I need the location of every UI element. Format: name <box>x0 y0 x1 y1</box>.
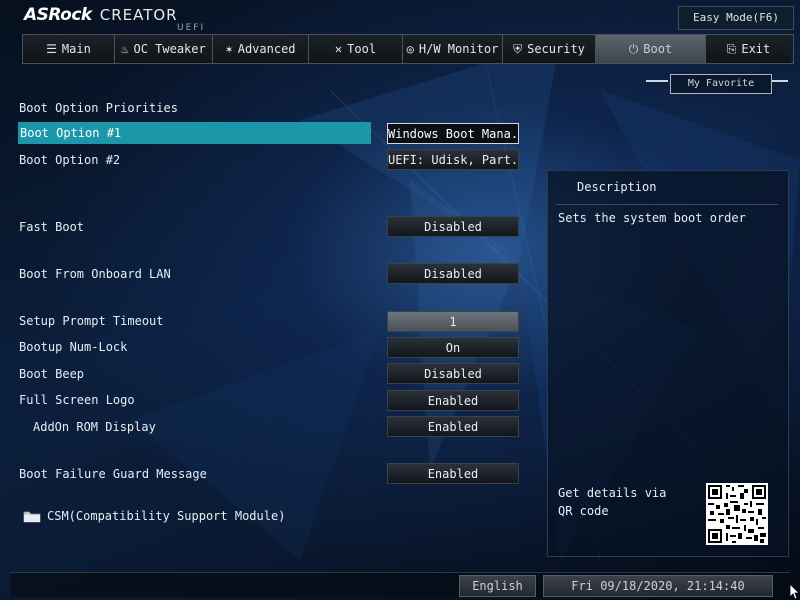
tab-advanced[interactable]: ✶ Advanced <box>213 35 309 63</box>
mouse-cursor-icon <box>790 584 800 600</box>
favorite-stripe-right <box>772 80 788 82</box>
value-boot-beep[interactable]: Disabled <box>387 363 519 384</box>
tab-label: OC Tweaker <box>133 42 206 56</box>
tab-security[interactable]: ⛨ Security <box>503 35 596 63</box>
tools-icon: ✕ <box>334 42 343 56</box>
value-addon-rom-display[interactable]: Enabled <box>387 416 519 437</box>
setting-addon-rom-display[interactable]: AddOn ROM Display <box>33 416 156 438</box>
setting-boot-from-onboard-lan[interactable]: Boot From Onboard LAN <box>19 263 171 285</box>
date-time-display: Fri 09/18/2020, 21:14:40 <box>543 575 773 597</box>
qr-code-image <box>706 483 768 545</box>
monitor-icon: ◎ <box>406 42 414 56</box>
brand-logo: ASRock CREATOR UEFI <box>24 5 203 33</box>
easy-mode-button[interactable]: Easy Mode(F6) <box>678 6 794 30</box>
setting-boot-option-2[interactable]: Boot Option #2 <box>19 149 120 171</box>
value-full-screen-logo[interactable]: Enabled <box>387 390 519 411</box>
value-fast-boot[interactable]: Disabled <box>387 216 519 237</box>
tab-label: Advanced <box>237 42 296 56</box>
tab-label: Boot <box>643 42 673 56</box>
tab-main[interactable]: ☰ Main <box>23 35 115 63</box>
description-text: Sets the system boot order <box>558 211 746 225</box>
setting-boot-option-1[interactable]: Boot Option #1 <box>18 122 371 144</box>
brand-name: ASRock <box>24 5 92 25</box>
tab-label: Tool <box>347 42 377 56</box>
csm-submenu[interactable]: CSM(Compatibility Support Module) <box>23 509 285 523</box>
setting-full-screen-logo[interactable]: Full Screen Logo <box>19 389 135 411</box>
list-icon: ☰ <box>46 42 57 56</box>
my-favorite-label: My Favorite <box>670 74 772 94</box>
tab-label: H/W Monitor <box>418 42 499 56</box>
tab-label: Security <box>527 42 585 56</box>
section-title: Boot Option Priorities <box>19 101 178 115</box>
tab-tool[interactable]: ✕ Tool <box>309 35 403 63</box>
description-panel: Description Sets the system boot order G… <box>547 170 789 557</box>
tab-label: Exit <box>741 42 771 56</box>
favorite-stripe-left <box>646 80 668 82</box>
qr-caption: Get details via QR code <box>558 486 667 518</box>
value-boot-option-2[interactable]: UEFI: Udisk, Part... <box>387 149 519 170</box>
top-bar: ASRock CREATOR UEFI Easy Mode(F6) <box>0 0 800 34</box>
tab-oc-tweaker[interactable]: ♨ OC Tweaker <box>115 35 213 63</box>
setting-setup-prompt-timeout[interactable]: Setup Prompt Timeout <box>19 310 164 332</box>
tab-boot[interactable]: ⏻ Boot <box>596 35 706 63</box>
shield-icon: ⛨ <box>513 42 523 56</box>
description-title: Description <box>577 180 657 194</box>
flame-icon: ♨ <box>121 42 129 56</box>
setting-fast-boot[interactable]: Fast Boot <box>19 216 84 238</box>
tab-label: Main <box>61 42 91 56</box>
value-setup-prompt-timeout[interactable]: 1 <box>387 311 519 332</box>
value-boot-option-1[interactable]: Windows Boot Mana... <box>387 123 519 144</box>
brand-suffix: UEFI <box>177 23 206 33</box>
tab-hw-monitor[interactable]: ◎ H/W Monitor <box>403 35 503 63</box>
value-boot-failure-guard-message[interactable]: Enabled <box>387 463 519 484</box>
power-icon: ⏻ <box>628 42 639 56</box>
tab-exit[interactable]: ⎘ Exit <box>706 35 791 63</box>
language-button[interactable]: English <box>459 575 536 597</box>
folder-icon <box>23 511 41 522</box>
value-bootup-num-lock[interactable]: On <box>387 337 519 358</box>
setting-boot-failure-guard-message[interactable]: Boot Failure Guard Message <box>19 463 207 485</box>
setting-bootup-num-lock[interactable]: Bootup Num-Lock <box>19 336 127 358</box>
exit-icon: ⎘ <box>726 42 737 56</box>
tab-bar: ☰ Main ♨ OC Tweaker ✶ Advanced ✕ Tool ◎ H/W M… <box>22 34 794 64</box>
description-divider <box>556 204 778 205</box>
setting-boot-beep[interactable]: Boot Beep <box>19 363 84 385</box>
my-favorite-button[interactable]: My Favorite <box>642 68 792 98</box>
csm-label: CSM(Compatibility Support Module) <box>47 509 286 523</box>
star-icon: ✶ <box>225 42 233 56</box>
value-boot-from-onboard-lan[interactable]: Disabled <box>387 263 519 284</box>
brand-product: CREATOR <box>99 6 178 24</box>
